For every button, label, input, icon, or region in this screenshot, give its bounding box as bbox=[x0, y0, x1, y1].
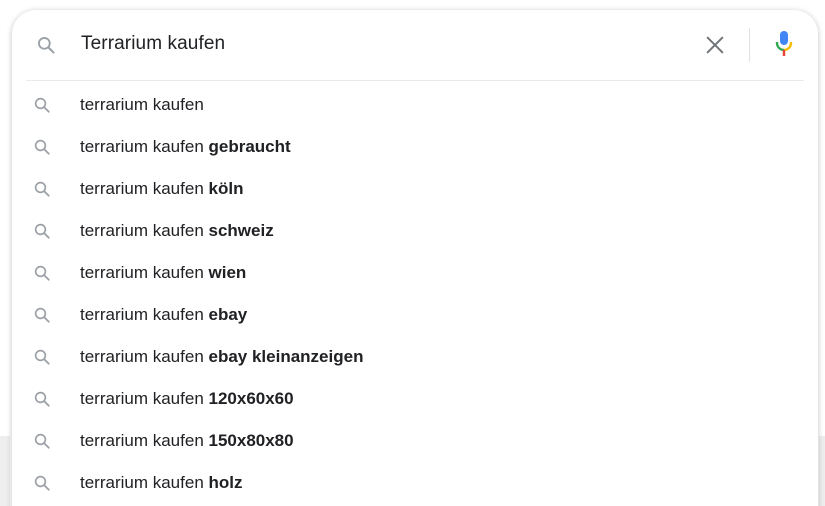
suggestion-prefix: terrarium kaufen bbox=[80, 389, 204, 408]
suggestion-prefix: terrarium kaufen bbox=[80, 95, 204, 114]
suggestion-prefix: terrarium kaufen bbox=[80, 431, 204, 450]
search-icon bbox=[33, 390, 51, 408]
suggestion-completion: 120x60x60 bbox=[203, 389, 294, 408]
divider bbox=[749, 28, 750, 62]
suggestion-completion: ebay bbox=[203, 305, 248, 324]
search-icon bbox=[33, 222, 51, 240]
search-icon bbox=[33, 306, 51, 324]
suggestion-item[interactable]: terrarium kaufen wien bbox=[12, 252, 818, 294]
search-icon bbox=[33, 180, 51, 198]
suggestion-prefix: terrarium kaufen bbox=[80, 263, 204, 282]
suggestion-text: terrarium kaufen bbox=[80, 95, 204, 115]
suggestion-item[interactable]: terrarium kaufen gebraucht bbox=[12, 126, 818, 168]
search-icon bbox=[33, 474, 51, 492]
suggestion-text: terrarium kaufen köln bbox=[80, 179, 243, 199]
suggestion-text: terrarium kaufen ebay bbox=[80, 305, 247, 325]
suggestion-completion: holz bbox=[203, 473, 243, 492]
suggestion-item[interactable]: terrarium kaufen bbox=[12, 84, 818, 126]
suggestion-completion: köln bbox=[203, 179, 244, 198]
suggestion-prefix: terrarium kaufen bbox=[80, 305, 204, 324]
search-icon bbox=[33, 264, 51, 282]
suggestion-text: terrarium kaufen ebay kleinanzeigen bbox=[80, 347, 363, 367]
suggestion-completion: ebay kleinanzeigen bbox=[203, 347, 364, 366]
search-icon bbox=[33, 348, 51, 366]
suggestion-prefix: terrarium kaufen bbox=[80, 347, 204, 366]
suggestion-text: terrarium kaufen holz bbox=[80, 473, 243, 493]
suggestion-item[interactable]: terrarium kaufen köln bbox=[12, 168, 818, 210]
search-input[interactable]: Terrarium kaufen bbox=[81, 33, 225, 55]
suggestion-completion: 150x80x80 bbox=[203, 431, 294, 450]
close-icon bbox=[706, 36, 724, 54]
search-icon bbox=[33, 138, 51, 156]
suggestion-completion: gebraucht bbox=[203, 137, 291, 156]
search-icon bbox=[33, 432, 51, 450]
search-bar: Terrarium kaufen bbox=[12, 10, 818, 80]
suggestion-text: terrarium kaufen gebraucht bbox=[80, 137, 291, 157]
divider bbox=[26, 80, 804, 81]
suggestion-text: terrarium kaufen 120x60x60 bbox=[80, 389, 294, 409]
suggestion-text: terrarium kaufen wien bbox=[80, 263, 246, 283]
suggestion-text: terrarium kaufen 150x80x80 bbox=[80, 431, 294, 451]
search-icon bbox=[33, 96, 51, 114]
background-edge bbox=[819, 436, 825, 506]
suggestion-item[interactable]: terrarium kaufen 150x80x80 bbox=[12, 420, 818, 462]
suggestion-completion: wien bbox=[203, 263, 247, 282]
suggestion-text: terrarium kaufen schweiz bbox=[80, 221, 274, 241]
suggestion-item[interactable]: terrarium kaufen ebay bbox=[12, 294, 818, 336]
microphone-icon bbox=[775, 31, 793, 56]
suggestion-item[interactable]: terrarium kaufen ebay kleinanzeigen bbox=[12, 336, 818, 378]
suggestion-prefix: terrarium kaufen bbox=[80, 473, 204, 492]
search-icon bbox=[36, 35, 56, 55]
voice-search-button[interactable] bbox=[772, 30, 796, 60]
suggestion-item[interactable]: terrarium kaufen 120x60x60 bbox=[12, 378, 818, 420]
suggestion-completion: schweiz bbox=[203, 221, 274, 240]
suggestion-item[interactable]: terrarium kaufen schweiz bbox=[12, 210, 818, 252]
suggestion-item[interactable]: terrarium kaufen holz bbox=[12, 462, 818, 504]
suggestion-prefix: terrarium kaufen bbox=[80, 221, 204, 240]
search-box: Terrarium kaufen terrarium kaufen terrar… bbox=[12, 10, 818, 506]
suggestion-list: terrarium kaufen terrarium kaufen gebrau… bbox=[12, 84, 818, 504]
clear-button[interactable] bbox=[704, 34, 726, 56]
suggestion-prefix: terrarium kaufen bbox=[80, 137, 204, 156]
suggestion-prefix: terrarium kaufen bbox=[80, 179, 204, 198]
page: Terrarium kaufen terrarium kaufen terrar… bbox=[0, 0, 825, 506]
background-edge bbox=[0, 436, 10, 506]
